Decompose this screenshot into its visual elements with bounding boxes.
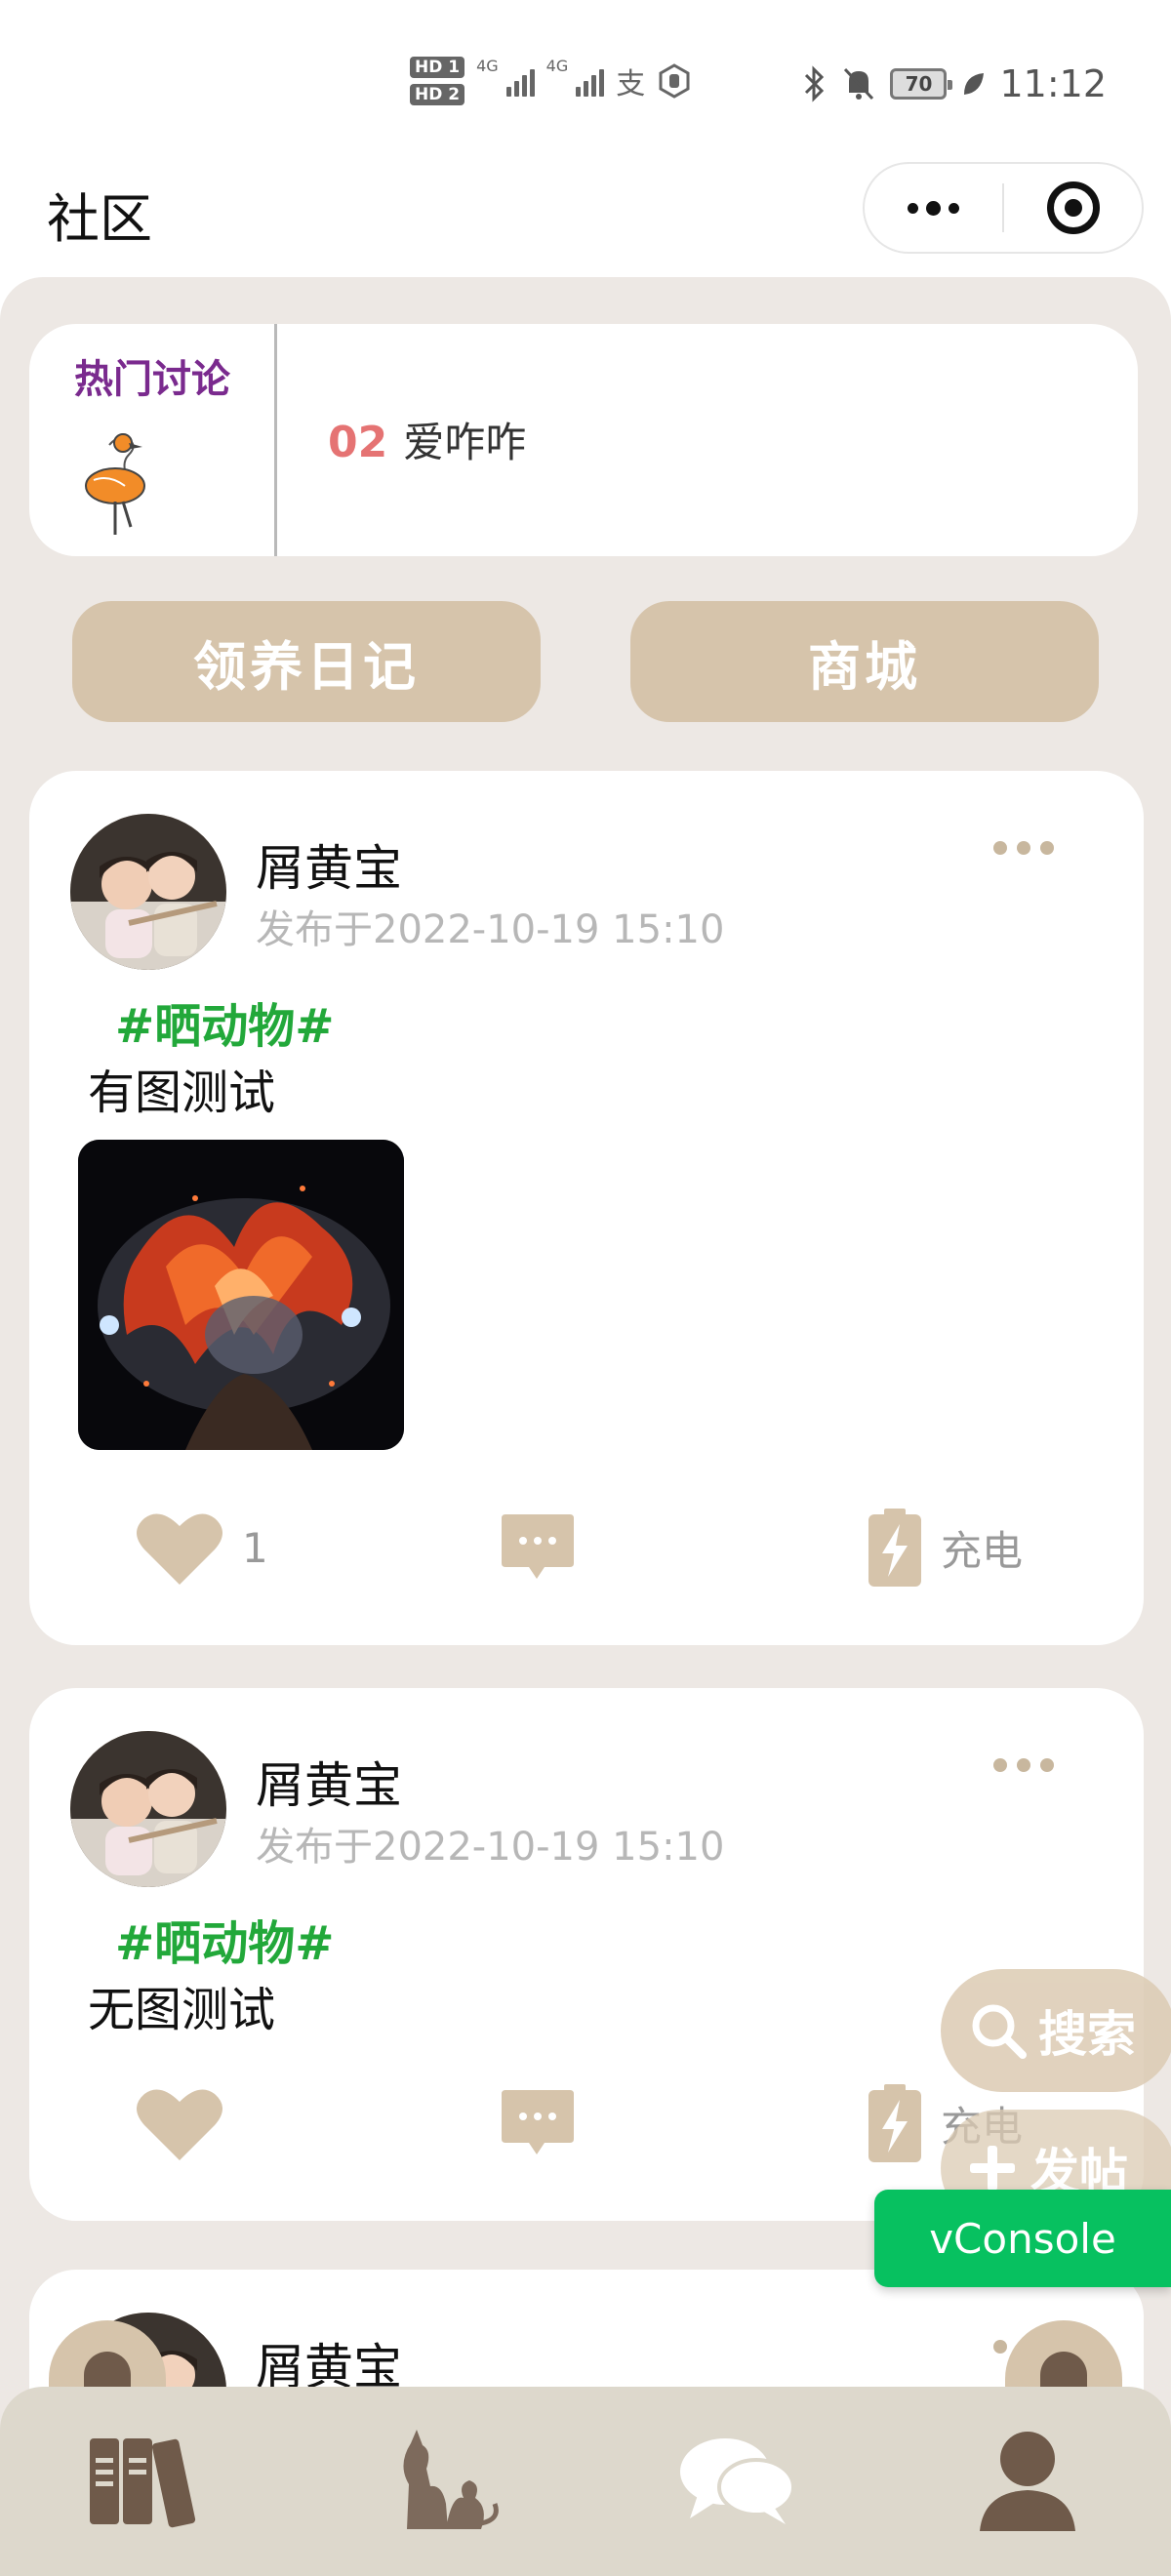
system-indicators: 70 11:12 <box>802 62 1107 105</box>
target-icon <box>1046 181 1100 234</box>
post-tag[interactable]: #晒动物# <box>115 1905 334 1973</box>
signal-icon <box>576 65 605 97</box>
close-miniprogram-button[interactable] <box>1004 164 1142 252</box>
more-menu-button[interactable] <box>865 164 1002 252</box>
hot-topic-rank: 02 <box>328 418 388 467</box>
miniprogram-capsule <box>863 162 1144 254</box>
like-button[interactable]: 1 <box>135 1509 268 1587</box>
chat-icon <box>680 2438 795 2524</box>
comment-icon <box>502 1514 574 1579</box>
post-card[interactable]: 屑黄宝 发布于2022-10-19 15:10 #晒动物# 有图测试 1 充电 <box>29 771 1144 1645</box>
charge-button[interactable]: 充电 <box>867 1507 1023 1589</box>
search-icon <box>972 2004 1027 2059</box>
mute-bell-icon <box>844 67 874 101</box>
battery-charge-icon <box>868 1509 921 1587</box>
books-icon <box>90 2438 196 2528</box>
tab-profile[interactable] <box>964 2416 1091 2543</box>
post-tag[interactable]: #晒动物# <box>115 987 334 1056</box>
comment-button[interactable] <box>500 1509 576 1585</box>
hexagon-hand-icon <box>659 63 690 99</box>
post-content: 有图测试 <box>88 1066 276 1120</box>
more-dots-icon <box>908 200 959 216</box>
tab-community[interactable] <box>673 2416 800 2543</box>
leaf-icon <box>964 73 985 95</box>
comment-icon <box>502 2090 574 2154</box>
status-bar: HD 1 HD 2 4G 4G 支 70 11:12 <box>0 0 1171 146</box>
bottom-tab-bar <box>0 2387 1171 2576</box>
flamingo-mascot-icon <box>85 433 145 535</box>
heart-icon <box>137 2089 222 2160</box>
hot-topics-header: 热门讨论 <box>29 324 277 556</box>
hd2-badge: HD 2 <box>410 84 465 105</box>
tab-library[interactable] <box>82 2416 209 2543</box>
hot-topic-text: 爱咋咋 <box>403 419 527 466</box>
hot-topics-title: 热门讨论 <box>74 357 230 402</box>
vconsole-button[interactable]: vConsole <box>874 2190 1171 2287</box>
bluetooth-icon <box>805 65 825 102</box>
alipay-icon: 支 <box>616 67 646 101</box>
tab-pets[interactable] <box>383 2416 509 2543</box>
clock: 11:12 <box>999 62 1107 105</box>
avatar[interactable] <box>70 1731 226 1887</box>
pet-icon <box>403 2430 499 2529</box>
search-fab-label: 搜索 <box>1038 2006 1136 2063</box>
net2-label: 4G <box>545 57 569 75</box>
search-fab-button[interactable]: 搜索 <box>941 1969 1171 2092</box>
net1-label: 4G <box>476 57 499 75</box>
user-icon <box>980 2432 1075 2531</box>
like-count: 1 <box>242 1523 268 1572</box>
post-more-button[interactable] <box>993 841 1054 855</box>
post-actions: 1 充电 <box>29 1499 1144 1596</box>
like-button[interactable] <box>135 2084 242 2162</box>
network-indicators: HD 1 HD 2 4G 4G 支 <box>410 57 692 105</box>
post-time: 发布于2022-10-19 15:10 <box>256 907 725 952</box>
post-content: 无图测试 <box>88 1983 276 2037</box>
charge-label: 充电 <box>941 1526 1024 1575</box>
battery-charge-icon <box>868 2084 921 2162</box>
comment-button[interactable] <box>500 2084 576 2160</box>
battery-icon: 70 <box>890 68 953 100</box>
heart-icon <box>137 1513 222 1585</box>
mall-button[interactable]: 商城 <box>630 601 1099 722</box>
post-more-button[interactable] <box>993 1758 1054 1772</box>
post-author[interactable]: 屑黄宝 <box>256 1747 402 1817</box>
plus-icon <box>970 2146 1015 2191</box>
adopt-diary-button[interactable]: 领养日记 <box>72 601 541 722</box>
post-time: 发布于2022-10-19 15:10 <box>256 1825 725 1870</box>
avatar[interactable] <box>70 814 226 970</box>
hd1-badge: HD 1 <box>410 57 465 78</box>
hot-topics-card: 热门讨论 02 爱咋咋 <box>29 324 1138 556</box>
page-title: 社区 <box>47 188 152 250</box>
post-image[interactable] <box>78 1140 404 1450</box>
post-author[interactable]: 屑黄宝 <box>256 829 402 900</box>
signal-icon <box>505 65 535 97</box>
hot-topic-item[interactable]: 02 爱咋咋 <box>328 410 526 469</box>
